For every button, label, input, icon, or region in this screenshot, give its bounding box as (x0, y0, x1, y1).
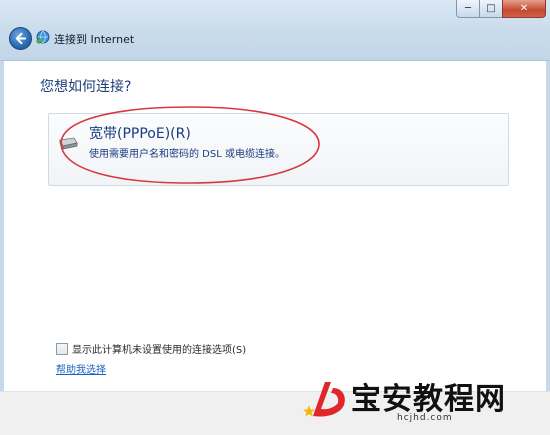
page-heading: 您想如何连接? (40, 79, 132, 95)
show-unconfigured-label[interactable]: 显示此计算机未设置使用的连接选项(S) (72, 341, 246, 356)
minimize-button[interactable]: ─ (456, 0, 480, 18)
maximize-button[interactable]: □ (479, 0, 503, 18)
title-bar: ─ □ ✕ 连接到 Internet (0, 0, 550, 61)
show-unconfigured-row[interactable]: 显示此计算机未设置使用的连接选项(S) (56, 341, 246, 356)
close-button[interactable]: ✕ (502, 0, 546, 18)
network-globe-icon (36, 30, 50, 44)
watermark-logo-icon (303, 382, 345, 417)
watermark-text: 宝安教程网 (351, 382, 506, 417)
broadband-modem-icon (59, 137, 78, 150)
help-me-choose-link[interactable]: 帮助我选择 (56, 361, 106, 376)
broadband-pppoe-option[interactable]: 宽带(PPPoE)(R) 使用需要用户名和密码的 DSL 或电缆连接。 (48, 113, 509, 186)
option-title: 宽带(PPPoE)(R) (89, 126, 191, 142)
option-description: 使用需要用户名和密码的 DSL 或电缆连接。 (89, 149, 285, 160)
show-unconfigured-checkbox[interactable] (56, 342, 68, 355)
window-title: 连接到 Internet (54, 33, 135, 46)
watermark-url: hcjhd.com (397, 413, 453, 423)
back-arrow-icon (15, 32, 27, 45)
back-button[interactable] (9, 27, 32, 50)
